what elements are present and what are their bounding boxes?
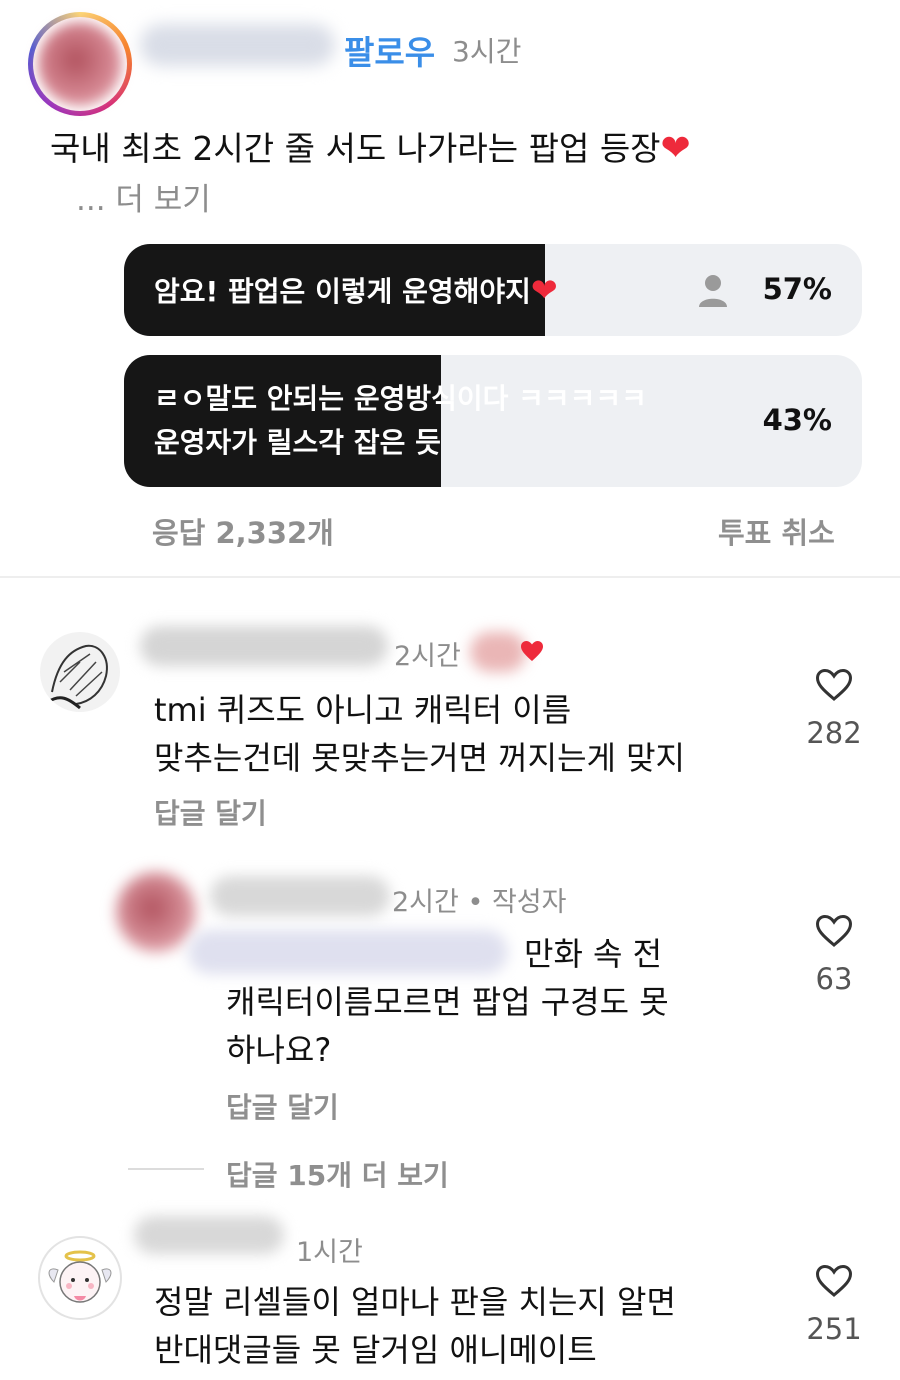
reply-author-name-redacted[interactable] (210, 876, 390, 916)
commenter-avatar[interactable] (40, 632, 120, 712)
see-more-link[interactable]: ... 더 보기 (76, 174, 211, 219)
like-count: 63 (815, 962, 853, 996)
person-icon (699, 275, 727, 307)
commenter-avatar[interactable] (38, 1236, 122, 1320)
poll-option-2[interactable]: ㄹㅇ말도 안되는 운영방식이다 ㅋㅋㅋㅋㅋ 운영자가 릴스각 잡은 듯 43% (124, 355, 862, 487)
author-avatar[interactable] (28, 12, 132, 116)
heart-outline-icon[interactable] (815, 914, 853, 948)
author-name-redacted[interactable] (140, 24, 335, 66)
sketch-avatar-image (47, 644, 108, 710)
reply-button[interactable]: 답글 달기 (226, 1086, 339, 1126)
post-caption: 국내 최초 2시간 줄 서도 나가라는 팝업 등장❤ (50, 122, 691, 170)
author-liked-heart-icon (521, 641, 543, 661)
author-badge-redacted (470, 632, 526, 672)
caption-text: 국내 최초 2시간 줄 서도 나가라는 팝업 등장 (50, 129, 661, 168)
view-more-replies-button[interactable]: 답글 15개 더 보기 (226, 1154, 449, 1194)
thread-line (128, 1168, 204, 1170)
section-divider (0, 576, 900, 578)
commenter-name-redacted[interactable] (134, 1216, 284, 1254)
commenter-name-redacted[interactable] (140, 626, 388, 666)
reply-time-author-badge: 2시간 • 작성자 (392, 887, 567, 918)
heart-outline-icon[interactable] (815, 1264, 853, 1298)
angel-character-avatar (48, 1250, 112, 1303)
red-heart-emoji: ❤ (660, 128, 691, 169)
comment-time: 1시간 (296, 1237, 363, 1268)
reply-button[interactable]: 답글 달기 (154, 792, 267, 832)
poll-option-2-label: ㄹㅇ말도 안되는 운영방식이다 ㅋㅋㅋㅋㅋ 운영자가 릴스각 잡은 듯 (154, 382, 647, 459)
poll-option-2-percent: 43% (762, 403, 832, 437)
comment-time: 2시간 (394, 641, 461, 672)
heart-outline-icon[interactable] (815, 668, 853, 702)
comment-text: tmi 퀴즈도 아니고 캐릭터 이름 맞추는건데 못맞추는거면 꺼지는게 맞지 (154, 691, 685, 777)
reply-text-line1-suffix: 만화 속 전 (524, 935, 663, 973)
like-count: 282 (806, 716, 862, 750)
mention-redacted[interactable] (188, 930, 508, 974)
poll-response-count: 응답 2,332개 (152, 516, 334, 550)
like-count: 251 (806, 1312, 862, 1346)
comment-text: 정말 리셀들이 얼마나 판을 치는지 알면 반대댓글들 못 달거임 애니메이트 (154, 1283, 676, 1369)
poll-option-1[interactable]: 암요! 팝업은 이렇게 운영해야지❤ 57% (124, 244, 862, 336)
poll-option-1-percent: 57% (762, 272, 832, 306)
red-heart-emoji: ❤ (530, 271, 558, 309)
follow-button[interactable]: 팔로우 (344, 26, 435, 74)
post-time: 3시간 (452, 35, 522, 68)
poll-option-1-label: 암요! 팝업은 이렇게 운영해야지❤ (154, 271, 558, 309)
cancel-vote-button[interactable]: 투표 취소 (718, 510, 835, 552)
reply-text: 캐릭터이름모르면 팝업 구경도 못 하나요? (226, 983, 669, 1069)
reply-author-avatar[interactable] (116, 872, 196, 952)
